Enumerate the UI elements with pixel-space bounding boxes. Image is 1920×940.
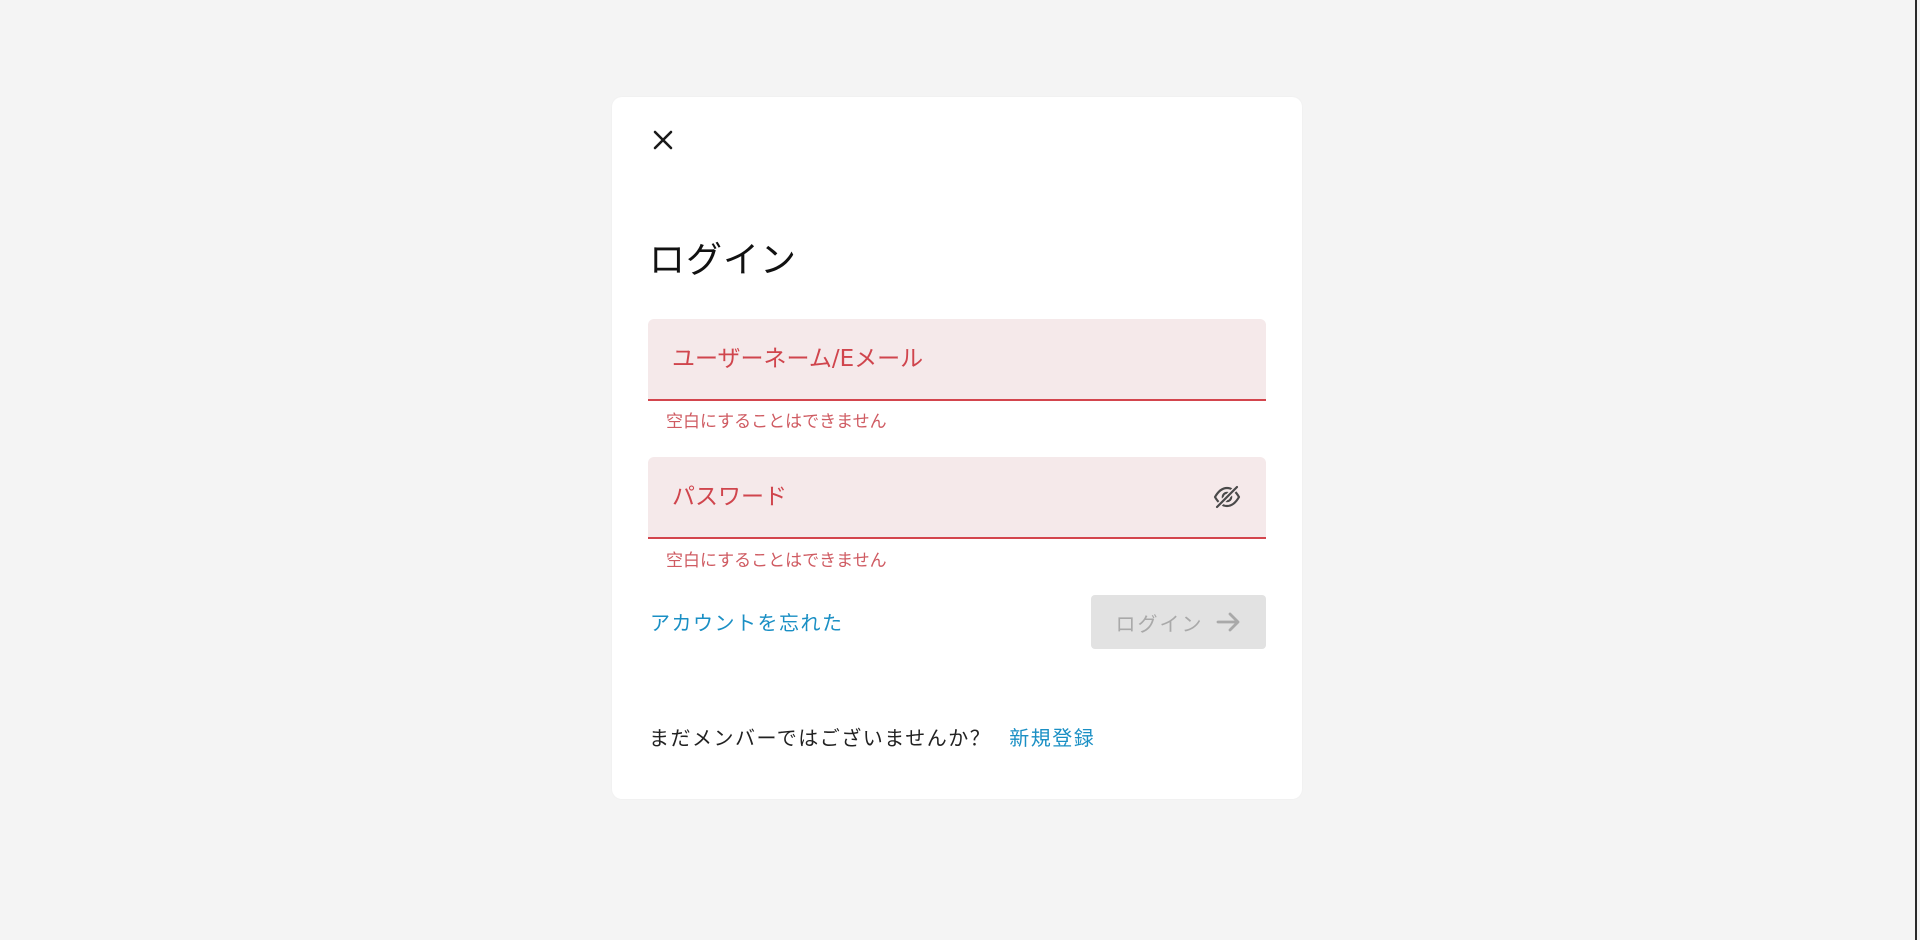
signup-prompt: まだメンバーではございませんか？ 新規登録 [649,722,1095,751]
page-title: ログイン [649,240,798,281]
password-visibility-toggle[interactable] [1212,484,1242,510]
arrow-right-icon [1216,612,1239,632]
window-edge [1915,0,1917,940]
username-field [648,319,1266,401]
username-input[interactable] [648,319,1266,399]
password-input[interactable] [648,457,1266,537]
password-field [648,457,1266,539]
login-card: ログイン 空白にすることはできません 空白にすることはできません アカウントを忘… [612,97,1302,799]
close-icon [653,130,673,150]
signup-link[interactable]: 新規登録 [1009,726,1095,750]
login-button[interactable]: ログイン [1091,595,1266,649]
login-button-label: ログイン [1115,611,1204,636]
username-error: 空白にすることはできません [666,412,887,432]
eye-off-icon [1213,485,1241,509]
signup-prompt-text: まだメンバーではございませんか？ [649,726,992,750]
password-error: 空白にすることはできません [666,551,887,571]
forgot-account-link[interactable]: アカウントを忘れた [650,607,844,636]
close-button[interactable] [648,125,678,155]
